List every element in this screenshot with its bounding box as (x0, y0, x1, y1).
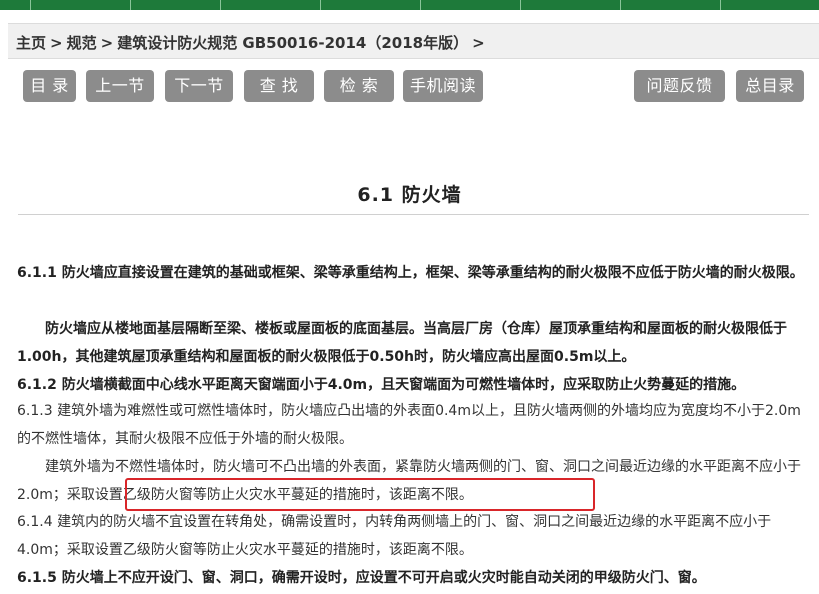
clause-text: 6.1.1 防火墙应直接设置在建筑的基础或框架、梁等承重结构上，框架、梁等承重结… (17, 265, 804, 281)
mobile-reading-button[interactable]: 手机阅读 (403, 70, 483, 102)
clause-6-1-4: 6.1.4 建筑内的防火墙不宜设置在转角处，确需设置时，内转角两侧墙上的门、窗、… (17, 508, 812, 564)
clause-text: 防火墙应从楼地面基层隔断至梁、楼板或屋面板的底面基层。当高层厂房（仓库）屋顶承重… (17, 321, 787, 365)
clause-6-1-2: 6.1.2 防火墙横截面中心线水平距离天窗端面小于4.0m，且天窗端面为可燃性墙… (17, 371, 812, 399)
highlight-annotation-box (125, 478, 595, 511)
breadcrumb-section-link[interactable]: 规范 (67, 34, 97, 52)
find-button[interactable]: 查 找 (244, 70, 314, 102)
nav-separator (520, 0, 521, 10)
breadcrumb-separator: > (472, 34, 485, 52)
breadcrumb-separator: > (100, 34, 114, 52)
clause-6-1-3: 6.1.3 建筑外墙为难燃性或可燃性墙体时，防火墙应凸出墙的外表面0.4m以上，… (17, 397, 812, 453)
clause-6-1-1: 6.1.1 防火墙应直接设置在建筑的基础或框架、梁等承重结构上，框架、梁等承重结… (17, 259, 812, 287)
nav-separator (420, 0, 421, 10)
top-navigation-bar (0, 0, 819, 10)
master-toc-button[interactable]: 总目录 (736, 70, 804, 102)
breadcrumb-current-link[interactable]: 建筑设计防火规范 GB50016-2014（2018年版） (117, 34, 468, 52)
clause-6-1-5: 6.1.5 防火墙上不应开设门、窗、洞口，确需开设时，应设置不可开启或火灾时能自… (17, 564, 812, 592)
clause-6-1-1-paragraph-2: 防火墙应从楼地面基层隔断至梁、楼板或屋面板的底面基层。当高层厂房（仓库）屋顶承重… (17, 315, 812, 371)
nav-separator (130, 0, 131, 10)
clause-text: 6.1.3 建筑外墙为难燃性或可燃性墙体时，防火墙应凸出墙的外表面0.4m以上，… (17, 403, 801, 447)
clause-text: 6.1.4 建筑内的防火墙不宜设置在转角处，确需设置时，内转角两侧墙上的门、窗、… (17, 514, 772, 558)
search-button[interactable]: 检 索 (324, 70, 394, 102)
prev-section-button[interactable]: 上一节 (86, 70, 154, 102)
breadcrumb-home-link[interactable]: 主页 (16, 34, 46, 52)
clause-text: 6.1.2 防火墙横截面中心线水平距离天窗端面小于4.0m，且天窗端面为可燃性墙… (17, 377, 746, 393)
next-section-button[interactable]: 下一节 (165, 70, 233, 102)
breadcrumb: 主页 > 规范 > 建筑设计防火规范 GB50016-2014（2018年版） > (16, 32, 489, 53)
breadcrumb-separator: > (50, 34, 63, 52)
section-title: 6.1 防火墙 (357, 184, 462, 206)
nav-separator (620, 0, 621, 10)
nav-separator (30, 0, 31, 10)
nav-separator (320, 0, 321, 10)
nav-separator (720, 0, 721, 10)
nav-separator (220, 0, 221, 10)
toc-button[interactable]: 目 录 (23, 70, 76, 102)
feedback-button[interactable]: 问题反馈 (634, 70, 725, 102)
clause-text: 6.1.5 防火墙上不应开设门、窗、洞口，确需开设时，应设置不可开启或火灾时能自… (17, 570, 706, 586)
title-divider (18, 214, 809, 215)
